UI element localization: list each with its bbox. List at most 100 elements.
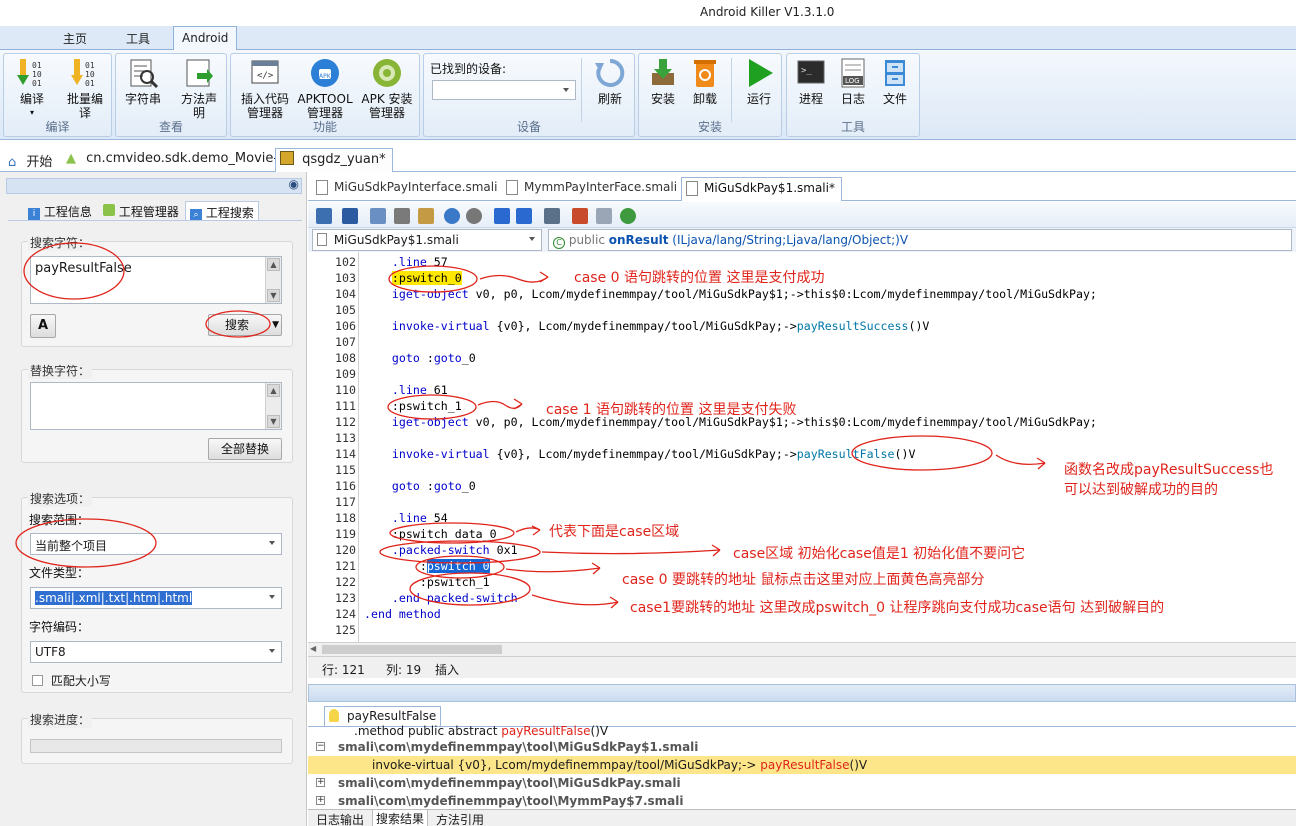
info-icon: i	[28, 208, 40, 220]
batch-compile-button[interactable]: 01 10 01 批量编 译	[62, 57, 108, 120]
method-declaration-button[interactable]: 方法声 明	[176, 57, 222, 120]
apk-install-manager-button[interactable]: APK 安装 管理器	[357, 57, 417, 120]
run-button[interactable]: 运行	[739, 57, 779, 106]
save-icon[interactable]	[342, 208, 358, 224]
tab-migusdkpayinterface[interactable]: MiGuSdkPayInterface.smali	[314, 180, 497, 195]
code-line[interactable]: goto :goto_0	[364, 351, 476, 365]
panel-splitter[interactable]	[308, 684, 1296, 702]
code-line[interactable]: :pswitch_1	[364, 575, 490, 589]
checkbox-box[interactable]	[32, 675, 43, 686]
scroll-left-icon[interactable]: ◀	[310, 644, 320, 654]
replace-fieldset: 替换字符： ▲ ▼ 全部替换	[21, 362, 293, 463]
strings-button[interactable]: 字符串	[121, 57, 165, 106]
expand-icon[interactable]: +	[316, 778, 325, 787]
lock-icon[interactable]	[316, 208, 332, 224]
result-file-row[interactable]: − smali\com\mydefinemmpay\tool\MiGuSdkPa…	[308, 738, 1296, 756]
code-line[interactable]: .end packed-switch	[364, 591, 518, 605]
tab-tools[interactable]: 工具	[126, 30, 150, 47]
refresh-button[interactable]: 刷新	[590, 57, 630, 106]
tab-android[interactable]: Android	[173, 26, 238, 51]
install-button[interactable]: 安装	[643, 57, 683, 106]
format-icon[interactable]	[544, 208, 560, 224]
tab-search-results[interactable]: 搜索结果	[372, 810, 429, 826]
code-line[interactable]: .packed-switch 0x1	[364, 543, 518, 557]
line-number: 124	[335, 607, 356, 621]
result-file-row[interactable]: + smali\com\mydefinemmpay\tool\MymmPay$7…	[308, 792, 1296, 810]
search-scrollbar[interactable]: ▲ ▼	[265, 257, 281, 303]
insert-code-manager-button[interactable]: </> 插入代码 管理器	[235, 57, 295, 120]
uninstall-button[interactable]: 卸载	[685, 57, 725, 106]
scope-select[interactable]: 当前整个项目	[30, 533, 282, 555]
apktool-manager-button[interactable]: APK APKTOOL 管理器	[295, 57, 355, 120]
file-combo[interactable]: MiGuSdkPay$1.smali	[312, 229, 542, 251]
code-line[interactable]: iget-object v0, p0, Lcom/mydefinemmpay/t…	[364, 287, 1097, 301]
editor-status-bar: 行: 121 列: 19 插入	[308, 656, 1296, 678]
result-row-selected[interactable]: invoke-virtual {v0}, Lcom/mydefinemmpay/…	[308, 756, 1296, 774]
code-line[interactable]: :pswitch_1	[364, 399, 462, 413]
code-line[interactable]: .end method	[364, 607, 441, 621]
tab-project-manager[interactable]: 工程管理器	[99, 201, 183, 220]
code-line[interactable]: invoke-virtual {v0}, Lcom/mydefinemmpay/…	[364, 319, 930, 333]
file-button[interactable]: 文件	[875, 57, 915, 106]
cut-icon[interactable]	[394, 208, 410, 224]
replace-input[interactable]: ▲ ▼	[30, 382, 282, 430]
replace-all-button[interactable]: 全部替换	[208, 438, 282, 460]
copy-icon[interactable]	[370, 208, 386, 224]
device-select[interactable]	[432, 80, 576, 100]
method-combo[interactable]: C public onResult (ILjava/lang/String;Lj…	[548, 229, 1292, 251]
expand-icon[interactable]: +	[316, 796, 325, 805]
forward-icon[interactable]	[516, 208, 532, 224]
search-input[interactable]: payResultFalse ▲ ▼	[30, 256, 282, 304]
java-icon[interactable]	[572, 208, 588, 224]
code-line[interactable]: :pswitch_0	[364, 271, 462, 285]
tab-mymmpayinterface[interactable]: MymmPayInterFace.smali	[504, 180, 677, 195]
redo-icon[interactable]	[466, 208, 482, 224]
tab-project-movie[interactable]: ▲ cn.cmvideo.sdk.demo_Movie-1	[66, 151, 286, 171]
android-icon	[103, 204, 115, 216]
annotation-case0-address: case 0 要跳转的地址 鼠标点击这里对应上面黄色高亮部分	[622, 572, 985, 588]
font-button[interactable]: A	[30, 314, 56, 338]
code-line[interactable]: :pswitch_0	[364, 559, 490, 573]
tab-log-output[interactable]: 日志输出	[316, 811, 364, 826]
tab-migusdkpay1[interactable]: MiGuSdkPay$1.smali*	[681, 177, 842, 201]
tab-project-qsgdz[interactable]: qsgdz_yuan*	[275, 148, 393, 172]
eye-icon[interactable]: ◉	[289, 177, 299, 191]
list-icon[interactable]	[596, 208, 612, 224]
code-line[interactable]: :pswitch_data_0	[364, 527, 497, 541]
filetype-select[interactable]: .smali|.xml|.txt|.htm|.html	[30, 587, 282, 609]
replace-scrollbar[interactable]: ▲ ▼	[265, 383, 281, 429]
group-label-function: 功能	[312, 120, 337, 134]
horizontal-scrollbar[interactable]: ◀	[308, 642, 1296, 656]
search-button[interactable]: 搜索 ▼	[208, 314, 282, 336]
back-icon[interactable]	[494, 208, 510, 224]
undo-icon[interactable]	[444, 208, 460, 224]
code-line[interactable]: .line 57	[364, 255, 448, 269]
group-divider	[581, 58, 582, 122]
code-line[interactable]: goto :goto_0	[364, 479, 476, 493]
collapse-icon[interactable]: −	[316, 742, 325, 751]
compile-button[interactable]: 01 10 01 编译 ▾	[10, 57, 54, 120]
result-file-row[interactable]: + smali\com\mydefinemmpay\tool\MiGuSdkPa…	[308, 774, 1296, 792]
tab-home[interactable]: 主页	[63, 30, 87, 47]
paste-icon[interactable]	[418, 208, 434, 224]
code-line[interactable]: .line 54	[364, 511, 448, 525]
match-case-checkbox[interactable]: 匹配大小写	[32, 672, 111, 689]
search-label: 搜索字符：	[28, 234, 93, 251]
process-button[interactable]: >_ 进程	[791, 57, 831, 106]
method-declaration-icon	[183, 57, 215, 89]
log-button[interactable]: LOG 日志	[833, 57, 873, 106]
code-line[interactable]: .line 61	[364, 383, 448, 397]
refresh-icon[interactable]	[620, 208, 636, 224]
tab-start[interactable]: ⌂ 开始	[8, 151, 52, 171]
code-line[interactable]: invoke-virtual {v0}, Lcom/mydefinemmpay/…	[364, 447, 916, 461]
filetype-label: 文件类型：	[29, 566, 90, 580]
dropdown-arrow-icon[interactable]: ▼	[272, 315, 279, 335]
status-row: 行: 121	[322, 663, 365, 677]
tab-project-info[interactable]: i 工程信息	[24, 201, 96, 220]
scroll-thumb[interactable]	[322, 645, 502, 654]
encoding-select[interactable]: UTF8	[30, 641, 282, 663]
ribbon-tab-bar: 主页 工具 Android	[0, 26, 1296, 51]
tab-method-references[interactable]: 方法引用	[436, 811, 484, 826]
progress-fieldset: 搜索进度：	[21, 711, 293, 764]
tab-project-search[interactable]: ⌕ 工程搜索	[185, 201, 259, 221]
